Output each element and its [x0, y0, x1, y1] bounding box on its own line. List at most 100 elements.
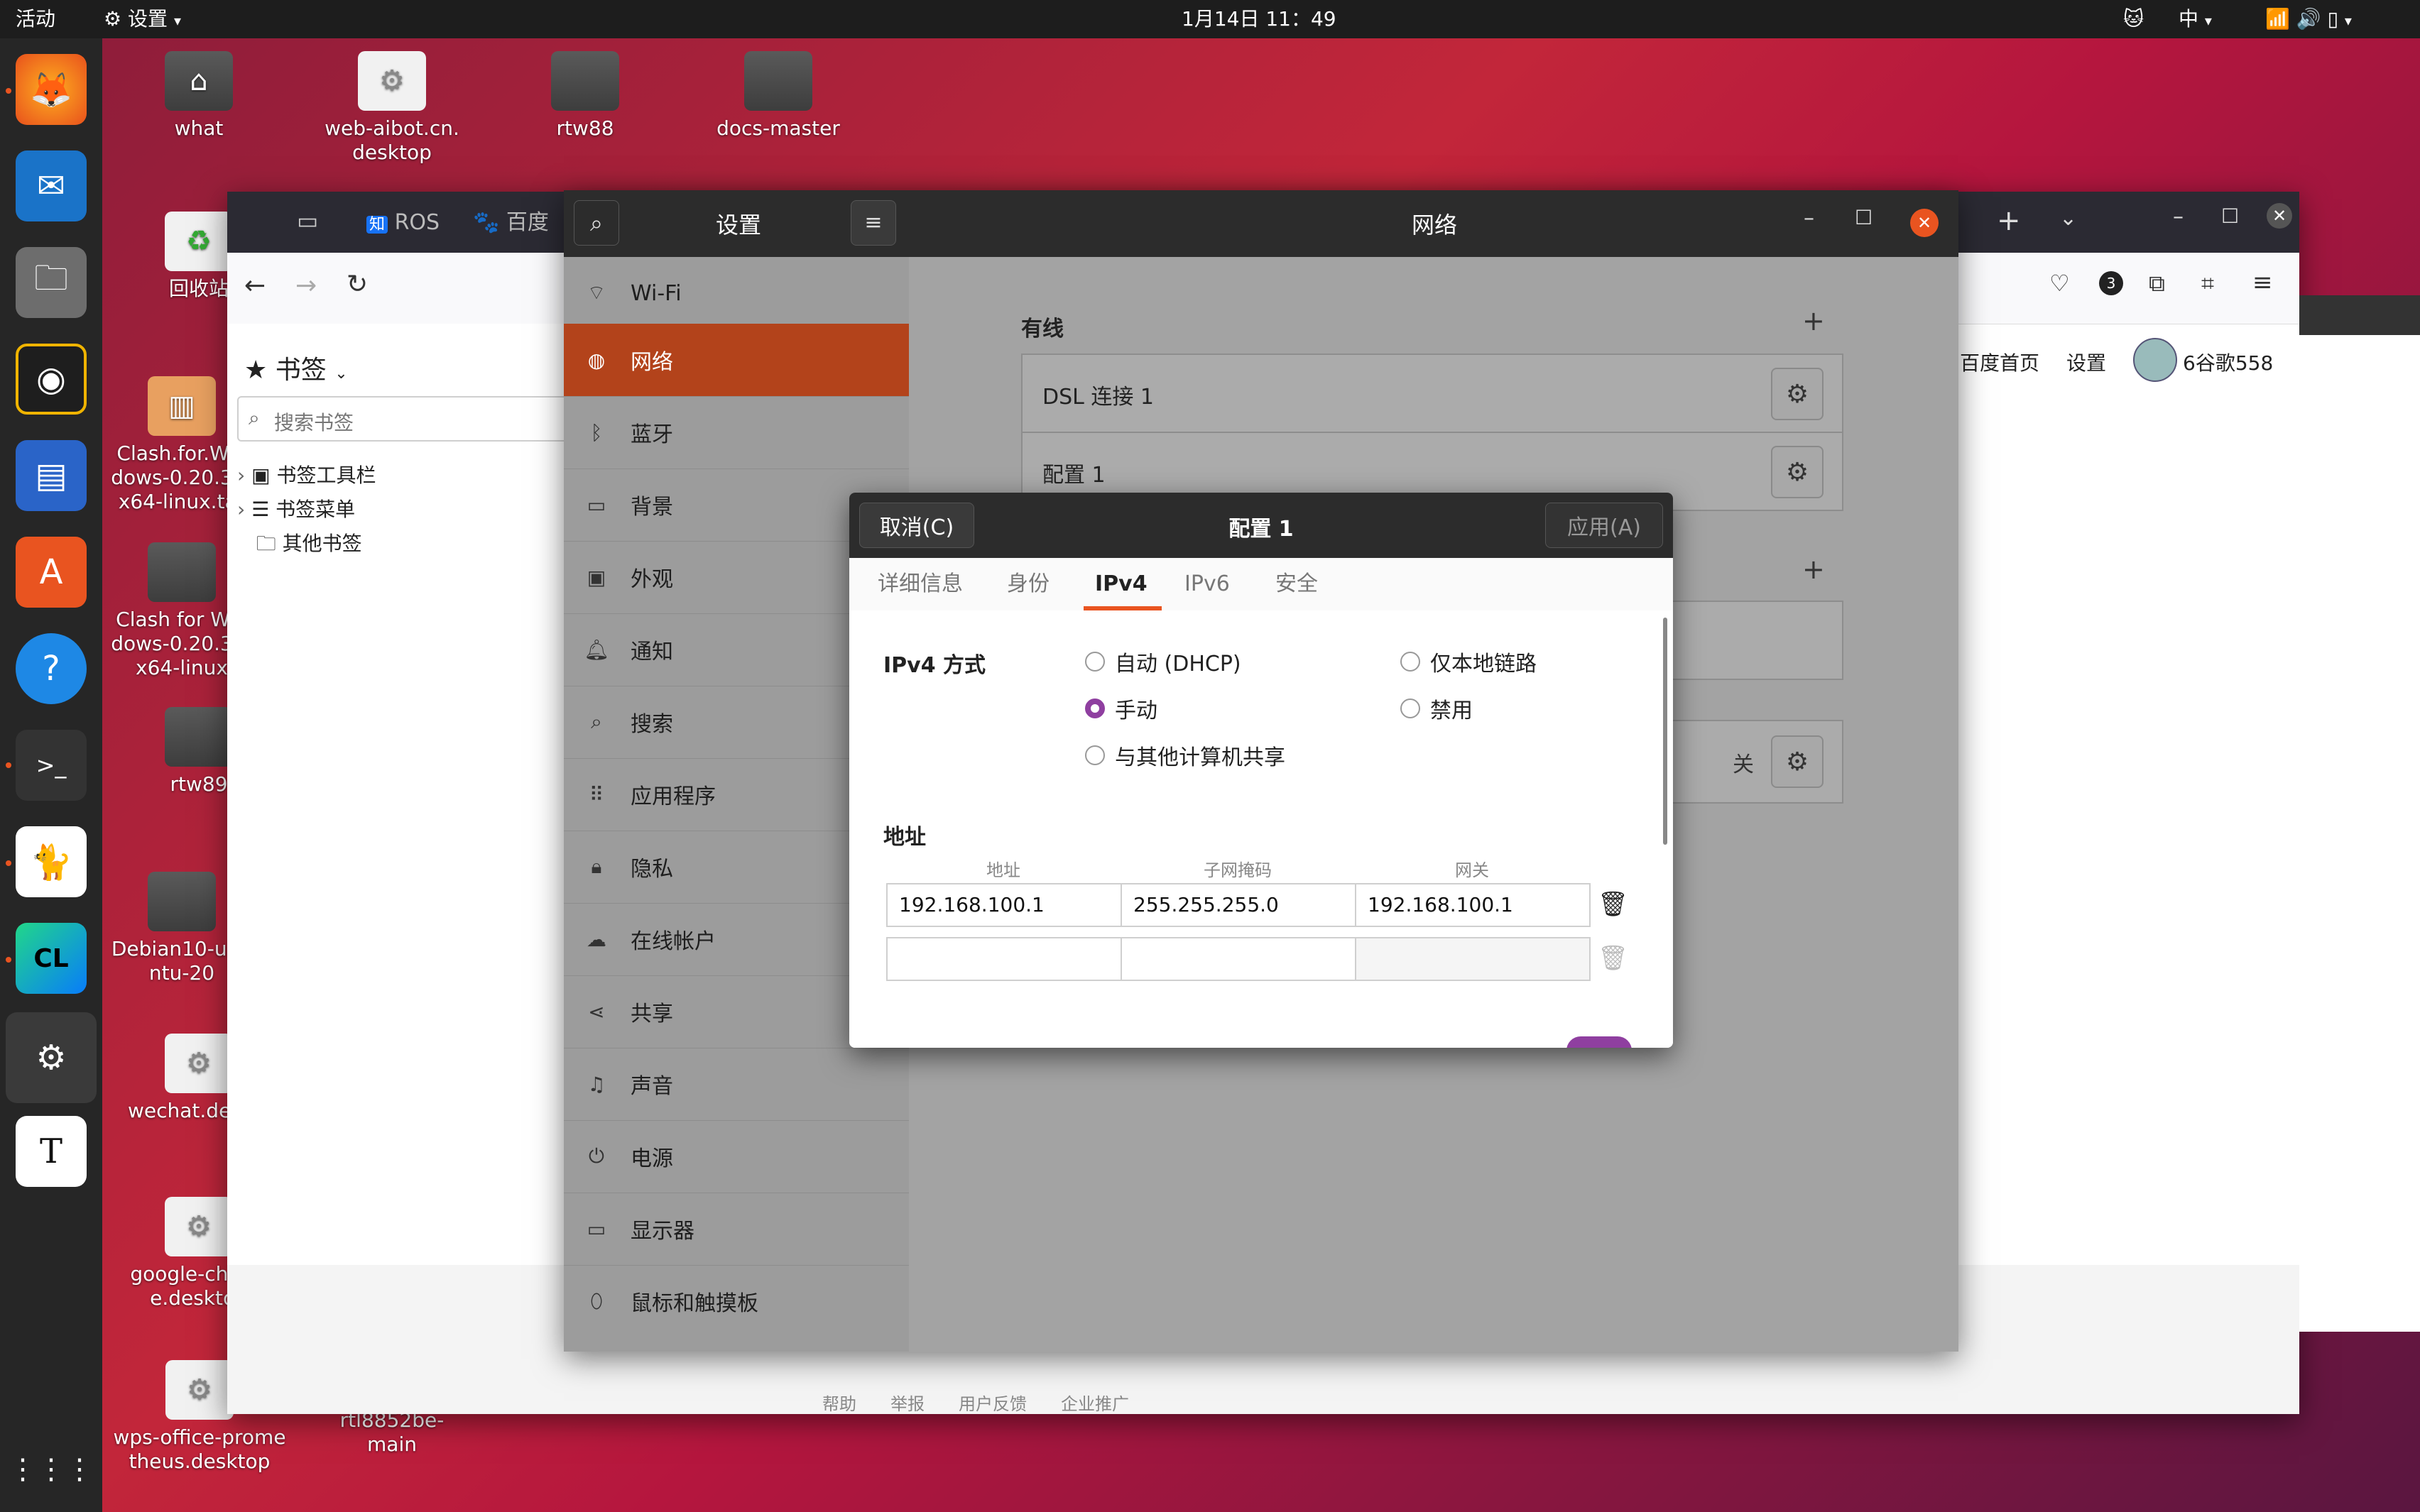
- sidebar-item-power[interactable]: ⏻ 电源: [564, 1120, 909, 1193]
- scrollbar[interactable]: [1663, 618, 1667, 845]
- sidebar-item-network[interactable]: ◍ 网络: [564, 324, 909, 397]
- hamburger-menu-icon[interactable]: ≡: [2252, 268, 2273, 297]
- search-button[interactable]: ⌕: [574, 200, 619, 246]
- tab-ipv4[interactable]: IPv4: [1095, 558, 1148, 610]
- tab-details[interactable]: 详细信息: [878, 558, 963, 610]
- gateway-field[interactable]: 192.168.100.1: [1355, 883, 1591, 927]
- baidu-home-link[interactable]: 百度首页: [1960, 348, 2039, 376]
- menu-button[interactable]: ≡: [851, 200, 896, 246]
- tree-label: 其他书签: [282, 532, 362, 555]
- tree-item-other[interactable]: 🗀 其他书签: [237, 527, 376, 561]
- help-icon[interactable]: ?: [16, 633, 87, 704]
- add-wired-button[interactable]: +: [1802, 305, 1825, 336]
- desktop-icon[interactable]: ⚙ web-aibot.cn.desktop: [321, 51, 463, 165]
- dock: 🦊 ✉ 🗀 ◉ ▤ A ? >_ 🐈 CL ⚙ T ⋮⋮⋮: [0, 38, 102, 1512]
- settings-icon[interactable]: ⚙: [6, 1012, 97, 1103]
- trash-icon[interactable]: 🗑︎: [1598, 890, 1628, 919]
- connection-settings-button[interactable]: ⚙: [1771, 446, 1824, 498]
- close-button[interactable]: ✕: [1910, 209, 1939, 237]
- footer-link[interactable]: 企业推广: [1061, 1390, 1129, 1415]
- activities-button[interactable]: 活动: [16, 6, 55, 33]
- system-menu[interactable]: 📶 🔊 ▯ ▾: [2265, 6, 2352, 34]
- terminal-icon[interactable]: >_: [16, 730, 87, 801]
- bookmark-tree: › ▣ 书签工具栏 › ☰ 书签菜单 🗀 其他书签: [237, 459, 376, 561]
- bookmarks-title: 书签: [275, 356, 327, 385]
- footer-link[interactable]: 帮助: [822, 1390, 856, 1415]
- address-field[interactable]: 192.168.100.1: [886, 883, 1122, 927]
- settings-link[interactable]: 设置: [2066, 348, 2106, 376]
- connection-settings-button[interactable]: ⚙: [1771, 368, 1824, 420]
- notification-badge[interactable]: 3: [2099, 271, 2123, 295]
- apply-button[interactable]: 应用(A): [1545, 503, 1663, 548]
- app-center-icon[interactable]: A: [16, 537, 87, 608]
- radio-shared[interactable]: 与其他计算机共享: [1085, 740, 1285, 771]
- user-name[interactable]: 6谷歌558: [2183, 348, 2273, 376]
- crop-icon[interactable]: ⌗: [2201, 270, 2214, 297]
- sidebar-item-displays[interactable]: ▭ 显示器: [564, 1193, 909, 1266]
- trash-icon[interactable]: 🗑︎: [1598, 944, 1628, 973]
- tab-ipv6[interactable]: IPv6: [1184, 558, 1230, 610]
- dialog-tabs: 详细信息 身份 IPv4 IPv6 安全: [849, 558, 1673, 611]
- radio-label: 与其他计算机共享: [1115, 745, 1285, 770]
- radio-disabled[interactable]: 禁用: [1400, 693, 1473, 724]
- tab-security[interactable]: 安全: [1275, 558, 1318, 610]
- sidebar-item-mouse[interactable]: ⬯ 鼠标和触摸板: [564, 1265, 909, 1337]
- firefox-icon[interactable]: 🦊: [16, 54, 87, 125]
- connection-row[interactable]: DSL 连接 1 ⚙: [1023, 355, 1842, 433]
- netmask-field[interactable]: 255.255.255.0: [1121, 883, 1356, 927]
- maximize-button[interactable]: ☐: [2221, 204, 2239, 228]
- maximize-button[interactable]: ☐: [1855, 206, 1873, 229]
- tab-identity[interactable]: 身份: [1007, 558, 1050, 610]
- pocket-icon[interactable]: ♡: [2049, 270, 2070, 297]
- sidebar-item-label: 应用程序: [631, 784, 716, 809]
- netmask-field[interactable]: [1121, 937, 1356, 981]
- avatar[interactable]: [2133, 338, 2177, 382]
- rhythmbox-icon[interactable]: ◉: [16, 344, 87, 415]
- tab-baidu[interactable]: 🐾 百度: [473, 203, 558, 243]
- thunderbird-icon[interactable]: ✉: [16, 150, 87, 221]
- add-vpn-button[interactable]: +: [1802, 554, 1825, 585]
- tab-list-icon[interactable]: ▭: [297, 207, 318, 234]
- show-apps-icon[interactable]: ⋮⋮⋮: [9, 1434, 94, 1505]
- clock[interactable]: 1月14日 11：49: [1182, 6, 1336, 33]
- cat-tray-icon[interactable]: 🐱: [2123, 6, 2144, 33]
- tree-item-menu[interactable]: › ☰ 书签菜单: [237, 493, 376, 527]
- share-icon: ⋖: [588, 999, 605, 1024]
- dns-auto-toggle[interactable]: [1566, 1036, 1632, 1048]
- radio-auto-dhcp[interactable]: 自动 (DHCP): [1085, 646, 1241, 677]
- gateway-field[interactable]: [1355, 937, 1591, 981]
- proxy-settings-button[interactable]: ⚙: [1771, 735, 1824, 788]
- back-arrow-icon[interactable]: ←: [244, 271, 266, 300]
- tab-ros[interactable]: 知 ROS: [366, 203, 473, 243]
- clion-icon[interactable]: CL: [16, 923, 87, 994]
- tab-overflow-button[interactable]: ⌄: [2059, 206, 2077, 231]
- sidebar-item-bluetooth[interactable]: ᛒ 蓝牙: [564, 396, 909, 469]
- desktop-icon[interactable]: ⌂ what: [128, 51, 270, 141]
- desktop-icon[interactable]: rtw88: [514, 51, 656, 141]
- minimize-button[interactable]: –: [2173, 204, 2184, 229]
- app-menu[interactable]: ⚙ 设置 ▾: [104, 6, 181, 34]
- sidebar-item-sound[interactable]: ♫ 声音: [564, 1048, 909, 1121]
- footer-link[interactable]: 举报: [890, 1390, 925, 1415]
- bookmark-search-input[interactable]: ⌕ 搜索书签: [237, 396, 609, 442]
- sidebar-item-wifi[interactable]: ⌔ Wi-Fi: [564, 257, 909, 330]
- radio-link-local[interactable]: 仅本地链路: [1400, 646, 1537, 677]
- address-field[interactable]: [886, 937, 1122, 981]
- files-icon[interactable]: 🗀: [16, 247, 87, 318]
- extensions-icon[interactable]: ⧉: [2149, 270, 2165, 297]
- bookmarks-header[interactable]: ★ 书签 ⌄: [244, 349, 348, 386]
- new-tab-button[interactable]: +: [1997, 204, 2021, 237]
- close-button[interactable]: ✕: [2267, 203, 2292, 229]
- reload-icon[interactable]: ↻: [347, 270, 368, 299]
- minimize-button[interactable]: –: [1804, 206, 1814, 231]
- desktop-icon[interactable]: docs-master: [707, 51, 849, 141]
- typora-icon[interactable]: T: [16, 1116, 87, 1187]
- forward-arrow-icon[interactable]: →: [295, 271, 317, 300]
- tree-item-toolbar[interactable]: › ▣ 书签工具栏: [237, 459, 376, 493]
- input-method-indicator[interactable]: 中 ▾: [2179, 6, 2212, 34]
- cat-app-icon[interactable]: 🐈: [16, 826, 87, 897]
- footer-link[interactable]: 用户反馈: [959, 1390, 1027, 1415]
- radio-manual[interactable]: 手动: [1085, 693, 1157, 724]
- writer-icon[interactable]: ▤: [16, 440, 87, 511]
- running-indicator: [6, 88, 11, 94]
